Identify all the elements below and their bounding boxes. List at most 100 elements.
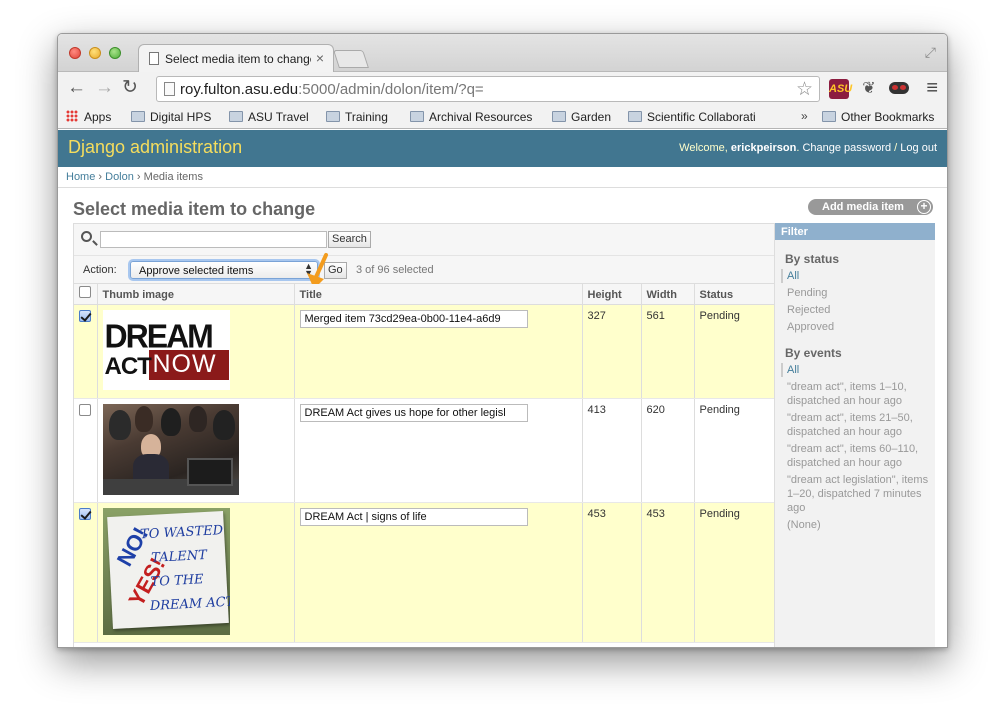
title-field[interactable]: DREAM Act | signs of life xyxy=(299,507,528,526)
address-bar[interactable]: roy.fulton.asu.edu:5000/admin/dolon/item… xyxy=(156,76,820,102)
site-branding[interactable]: Django administration xyxy=(68,137,242,158)
reload-icon[interactable]: ↻ xyxy=(122,77,138,99)
filter-status-all[interactable]: All xyxy=(781,269,929,283)
row-checkbox[interactable] xyxy=(79,309,91,322)
thumb-cell xyxy=(96,398,294,503)
select-all-checkbox[interactable] xyxy=(79,286,91,299)
filter-status-rejected[interactable]: Rejected xyxy=(781,303,929,317)
folder-icon xyxy=(410,111,424,122)
bookmark-garden[interactable]: Garden xyxy=(552,110,611,124)
filter-status-pending[interactable]: Pending xyxy=(781,286,929,300)
folder-icon xyxy=(131,111,145,122)
filter-status-approved[interactable]: Approved xyxy=(781,320,929,334)
username: erickpeirson xyxy=(730,142,797,154)
evernote-extension-icon[interactable]: ❦ xyxy=(859,79,879,99)
django-header: Django administration Welcome, erickpeir… xyxy=(58,130,947,167)
breadcrumb-current: Media items xyxy=(143,171,203,183)
add-media-item-button[interactable]: Add media item + xyxy=(808,199,933,215)
bookmark-apps[interactable]: Apps xyxy=(66,110,111,124)
bookmarks-bar: Apps Digital HPS ASU Travel Training Arc… xyxy=(58,106,947,129)
bookmark-asu-travel[interactable]: ASU Travel xyxy=(229,110,309,124)
filter-event-item[interactable]: "dream act", items 60–110, dispatched an… xyxy=(781,442,929,470)
thumbnail-image[interactable] xyxy=(102,403,239,495)
row-select-cell xyxy=(74,502,97,643)
filter-event-item[interactable]: "dream act legislation", items 1–20, dis… xyxy=(781,473,929,515)
screenshot-stage: Select media item to change × ⤢ ← → ↻ ro… xyxy=(0,0,1005,727)
back-icon[interactable]: ← xyxy=(67,77,86,99)
title-cell: Merged item 73cd29ea-0b00-11e4-a6d9 xyxy=(293,304,582,399)
height-cell: 327 xyxy=(581,304,641,399)
search-button[interactable]: Search xyxy=(328,231,371,248)
bookmark-star-icon[interactable]: ☆ xyxy=(796,78,813,101)
actions-bar: Action: Approve selected items ▲ ▼ Go 3 of… xyxy=(74,253,774,289)
height-cell: 413 xyxy=(581,398,641,503)
browser-menu-icon[interactable]: ≡ xyxy=(926,77,938,99)
status-cell: Pending xyxy=(693,304,774,399)
row-select-cell xyxy=(74,304,97,399)
width-cell: 453 xyxy=(640,502,694,643)
width-cell: 620 xyxy=(640,398,694,503)
bookmark-archival-resources[interactable]: Archival Resources xyxy=(410,110,532,124)
status-cell: Pending xyxy=(693,502,774,643)
table-row: DREAM ACT NOW Merged item 73cd29ea-0b00-… xyxy=(74,304,774,399)
column-header-height[interactable]: Height xyxy=(581,284,641,305)
filter-event-none[interactable]: (None) xyxy=(781,518,929,532)
new-tab-button[interactable] xyxy=(333,50,369,68)
thumbnail-image[interactable]: NO! YES! TO WASTED TALENT TO THE DREAM A… xyxy=(102,507,230,635)
bookmark-training[interactable]: Training xyxy=(326,110,388,124)
tab-strip: Select media item to change × ⤢ xyxy=(58,34,947,73)
close-window-button[interactable] xyxy=(69,47,81,59)
browser-window: Select media item to change × ⤢ ← → ↻ ro… xyxy=(57,33,948,648)
thumb-cell: NO! YES! TO WASTED TALENT TO THE DREAM A… xyxy=(96,502,294,643)
folder-icon xyxy=(326,111,340,122)
logout-link[interactable]: Log out xyxy=(900,142,937,154)
minimize-window-button[interactable] xyxy=(89,47,101,59)
user-tools: Welcome, erickpeirson. Change password /… xyxy=(679,142,937,154)
search-icon xyxy=(81,231,92,242)
filter-title: Filter xyxy=(775,223,935,240)
action-select[interactable]: Approve selected items ▲ ▼ xyxy=(130,261,318,279)
search-input[interactable] xyxy=(100,231,327,248)
row-checkbox[interactable] xyxy=(79,507,91,520)
result-list: Thumb image Title Height Width Status DR… xyxy=(74,284,774,643)
title-field[interactable]: DREAM Act gives us hope for other legisl xyxy=(299,403,528,422)
filter-event-all[interactable]: All xyxy=(781,363,929,377)
change-password-link[interactable]: Change password xyxy=(802,142,891,154)
column-header-title[interactable]: Title xyxy=(293,284,582,305)
apps-icon xyxy=(66,110,78,122)
table-header-row: Thumb image Title Height Width Status xyxy=(74,284,774,305)
breadcrumb-dolon[interactable]: Dolon xyxy=(105,171,134,183)
status-cell: Pending xyxy=(693,398,774,503)
folder-icon xyxy=(822,111,836,122)
asu-extension-icon[interactable]: ASU xyxy=(829,79,852,99)
row-checkbox[interactable] xyxy=(79,403,91,416)
column-header-thumb[interactable]: Thumb image xyxy=(96,284,294,305)
tab-active[interactable]: Select media item to change × xyxy=(138,44,334,73)
url-text: roy.fulton.asu.edu:5000/admin/dolon/item… xyxy=(180,81,484,98)
table-row: NO! YES! TO WASTED TALENT TO THE DREAM A… xyxy=(74,502,774,643)
thumb-cell: DREAM ACT NOW xyxy=(96,304,294,399)
tab-close-icon[interactable]: × xyxy=(316,50,324,66)
filter-event-item[interactable]: "dream act", items 21–50, dispatched an … xyxy=(781,411,929,439)
column-header-width[interactable]: Width xyxy=(640,284,694,305)
bookmark-digital-hps[interactable]: Digital HPS xyxy=(131,110,211,124)
filter-event-item[interactable]: "dream act", items 1–10, dispatched an h… xyxy=(781,380,929,408)
changelist: Search Action: Approve selected items ▲ ▼ … xyxy=(73,223,775,647)
title-field[interactable]: Merged item 73cd29ea-0b00-11e4-a6d9 xyxy=(299,309,528,328)
column-header-status[interactable]: Status xyxy=(693,284,774,305)
forward-icon[interactable]: → xyxy=(95,77,114,99)
breadcrumb-home[interactable]: Home xyxy=(66,171,95,183)
bookmarks-overflow-chevron[interactable]: » xyxy=(801,109,808,123)
bookmark-other-bookmarks[interactable]: Other Bookmarks xyxy=(822,110,934,124)
height-cell: 453 xyxy=(581,502,641,643)
filter-heading-status: By status xyxy=(785,252,840,266)
page-title: Select media item to change xyxy=(73,199,316,219)
fullscreen-icon[interactable]: ⤢ xyxy=(925,44,936,61)
page-icon xyxy=(149,52,159,65)
bookmark-scientific-collaboration[interactable]: Scientific Collaborati xyxy=(628,110,759,124)
selection-counter: 3 of 96 selected xyxy=(356,264,434,276)
mask-extension-icon[interactable] xyxy=(889,82,909,94)
folder-icon xyxy=(628,111,642,122)
zoom-window-button[interactable] xyxy=(109,47,121,59)
thumbnail-image[interactable]: DREAM ACT NOW xyxy=(102,309,230,390)
